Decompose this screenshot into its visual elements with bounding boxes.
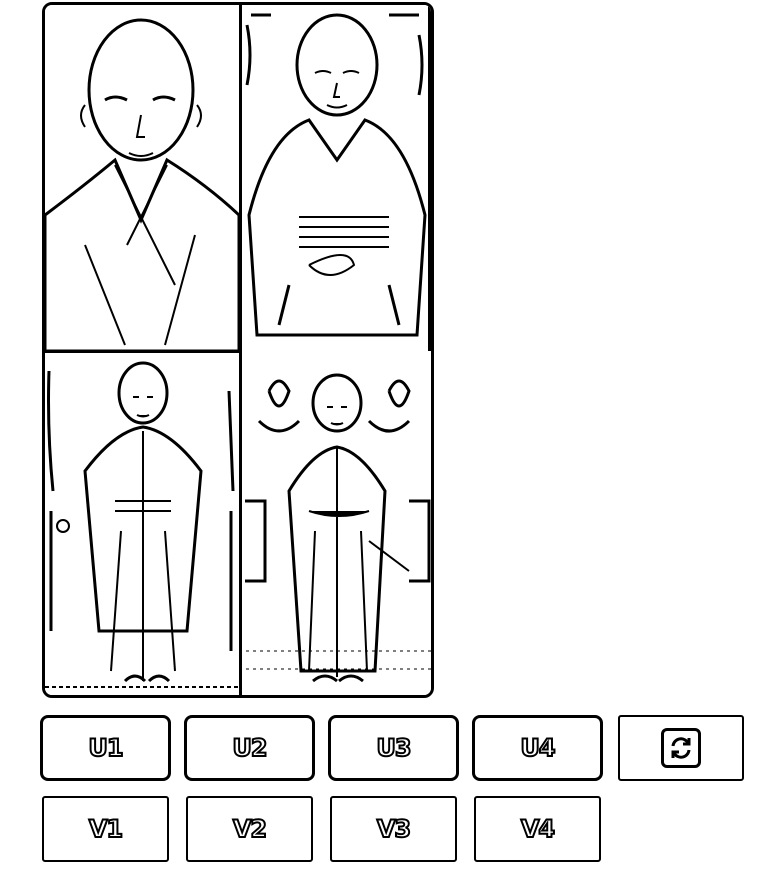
variation-4-button[interactable]: V4: [474, 796, 601, 862]
reroll-button[interactable]: [618, 715, 744, 781]
monk-portrait-image: [45, 5, 239, 351]
monk-fullbody-image: [45, 351, 239, 695]
upscale-1-button[interactable]: U1: [40, 715, 171, 781]
variation-1-button[interactable]: V1: [42, 796, 169, 862]
grid-image-3[interactable]: [45, 351, 239, 695]
grid-image-2[interactable]: [239, 5, 431, 351]
grid-image-1[interactable]: [45, 5, 239, 351]
upscale-3-button[interactable]: U3: [328, 715, 459, 781]
grid-image-4[interactable]: [239, 351, 431, 695]
variation-3-button[interactable]: V3: [330, 796, 457, 862]
variation-2-button[interactable]: V2: [186, 796, 313, 862]
monk-temple-image: [239, 351, 431, 695]
refresh-icon: [661, 728, 701, 768]
upscale-2-button[interactable]: U2: [184, 715, 315, 781]
monk-standing-image: [239, 5, 431, 351]
upscale-4-button[interactable]: U4: [472, 715, 603, 781]
image-grid: [42, 2, 434, 698]
